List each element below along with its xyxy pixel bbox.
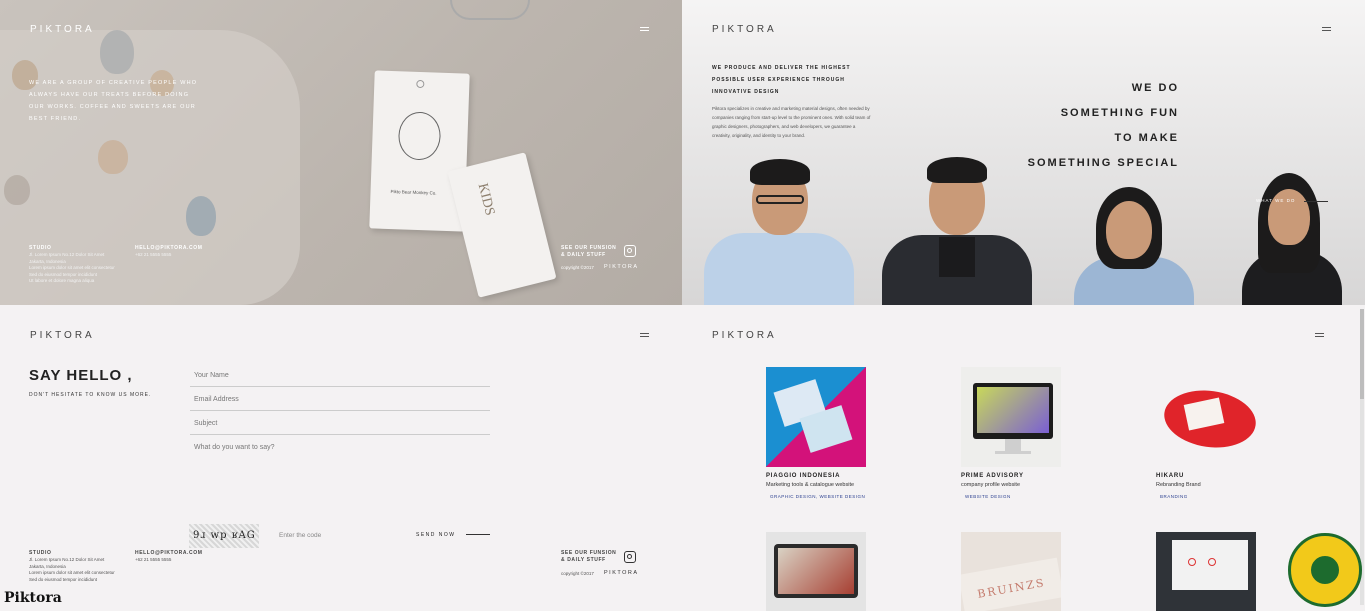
project-thumbnail-prime[interactable] (961, 367, 1061, 467)
arrow-right-icon[interactable] (1304, 201, 1328, 202)
fun-line-2[interactable]: & DAILY STUFF (561, 556, 606, 564)
copyright: copyright ©2017 (561, 571, 594, 576)
captcha-input[interactable]: Enter the code (279, 532, 321, 539)
address-line: Lorem ipsum dolor sit amet elit consecte… (29, 265, 115, 270)
what-we-do-link[interactable]: WHAT WE DO (1256, 198, 1295, 205)
contact-panel: PIKTORA SAY HELLO , DON'T HESITATE TO KN… (0, 305, 682, 611)
contact-title: SAY HELLO , (29, 367, 133, 384)
menu-icon[interactable] (640, 333, 649, 337)
kids-tag: KIDS (447, 152, 557, 298)
email-link[interactable]: HELLO@PIKTORA.COM (135, 244, 202, 252)
about-panel: PIKTORA WE PRODUCE AND DELIVER THE HIGHE… (682, 0, 1365, 305)
portfolio-panel: PIKTORA PIAGGIO INDONESIA Marketing tool… (682, 305, 1365, 611)
logo[interactable]: PIKTORA (30, 330, 95, 341)
studio-address: Jl. Lorem Ipsum No.12 Dolor Sit Amet Jak… (29, 252, 129, 285)
team-member-photo (877, 155, 1037, 305)
menu-icon[interactable] (1322, 27, 1331, 31)
studio-label: STUDIO (29, 550, 52, 556)
balloon-illustration (100, 30, 134, 74)
tagline: WE DO SOMETHING FUN TO MAKE SOMETHING SP… (1012, 76, 1179, 176)
seal-emblem-icon (1309, 554, 1341, 586)
project-desc: Marketing tools & catalogue website (766, 482, 855, 488)
v-neck-shirt (939, 237, 975, 277)
team-member-photo (1242, 173, 1342, 305)
balloon-illustration (186, 196, 216, 236)
phone-number[interactable]: +62 21 5555 5555 (135, 557, 171, 564)
monkey-icon (397, 111, 442, 161)
copyright-brand: PIKTORA (604, 264, 639, 270)
project-thumbnail-bruinzs[interactable]: BRUINZS (961, 532, 1061, 611)
clock-edge (450, 0, 530, 20)
project-title[interactable]: HIKARU (1156, 473, 1184, 479)
glasses-icon (756, 195, 804, 204)
watermark: Piktora (4, 590, 62, 606)
name-field[interactable]: Your Name (190, 372, 490, 387)
team-member-photo (694, 155, 864, 305)
tagline-line: SOMETHING FUN (1060, 107, 1179, 119)
email-field[interactable]: Email Address (190, 396, 490, 411)
captcha-image: 9ɹ wp ʁAG (189, 524, 259, 548)
balloon-illustration (98, 140, 128, 174)
intro-text: WE ARE A GROUP OF CREATIVE PEOPLE WHO AL… (29, 80, 198, 122)
instagram-icon[interactable] (624, 245, 636, 257)
tagline-line: TO MAKE (1114, 132, 1179, 144)
fun-line-2[interactable]: & DAILY STUFF (561, 251, 606, 259)
phone-number[interactable]: +62 21 5555 5555 (135, 252, 171, 259)
project-category: BRANDING (1160, 494, 1188, 499)
send-button[interactable]: SEND NOW (416, 531, 456, 539)
arrow-right-icon[interactable] (466, 534, 490, 535)
team-member-photo (1074, 187, 1194, 305)
balloon-illustration (4, 175, 30, 205)
project-desc: Rebranding Brand (1156, 482, 1201, 488)
about-body: Piktora specializes in creative and mark… (712, 106, 871, 138)
message-field[interactable]: What do you want to say? (190, 444, 490, 458)
project-thumbnail-hikaru[interactable] (1156, 367, 1256, 467)
copyright: copyright ©2017 (561, 265, 594, 270)
studio-label: STUDIO (29, 245, 52, 251)
hang-tag: Pikto Bear Monkey Co. (369, 70, 470, 232)
tagline-line: WE DO (1131, 82, 1179, 94)
email-link[interactable]: HELLO@PIKTORA.COM (135, 549, 202, 557)
subject-field[interactable]: Subject (190, 420, 490, 435)
copyright-brand: PIKTORA (604, 570, 639, 576)
project-desc: company profile website (961, 482, 1021, 488)
project-thumbnail-piaggio[interactable] (766, 367, 866, 467)
project-title[interactable]: PRIME ADVISORY (961, 473, 1024, 479)
project-title[interactable]: PIAGGIO INDONESIA (766, 473, 840, 479)
address-line: Sed do eiusmod tempor incididunt (29, 576, 98, 582)
contact-subtitle: DON'T HESITATE TO KNOW US MORE. (29, 392, 152, 398)
logo[interactable]: PIKTORA (712, 24, 777, 35)
logo[interactable]: PIKTORA (30, 24, 95, 35)
project-category: WEBSITE DESIGN (965, 494, 1011, 499)
logo[interactable]: PIKTORA (712, 330, 777, 341)
about-headline: WE PRODUCE AND DELIVER THE HIGHEST POSSI… (712, 65, 851, 95)
project-thumbnail-laptop[interactable] (766, 532, 866, 611)
project-thumbnail-web[interactable] (1156, 532, 1256, 611)
menu-icon[interactable] (640, 27, 649, 31)
studio-address: Jl. Lorem Ipsum No.12 Dolor Sit Amet Jak… (29, 557, 129, 583)
menu-icon[interactable] (1315, 333, 1324, 337)
tagline-line: SOMETHING SPECIAL (1027, 157, 1179, 169)
studio-panel: Pikto Bear Monkey Co. KIDS PIKTORA WE AR… (0, 0, 682, 305)
university-seal (1288, 533, 1362, 607)
kids-tag-text: KIDS (474, 181, 498, 218)
address-line: Ut labore et dolore magna aliqua (29, 278, 95, 283)
tag-text: Pikto Bear Monkey Co. (390, 189, 437, 196)
address-line: Lorem ipsum dolor sit amet elit consecte… (29, 570, 115, 575)
project-category: GRAPHIC DESIGN, WEBSITE DESIGN (770, 494, 866, 499)
instagram-icon[interactable] (624, 551, 636, 563)
tag-hole (416, 79, 425, 89)
